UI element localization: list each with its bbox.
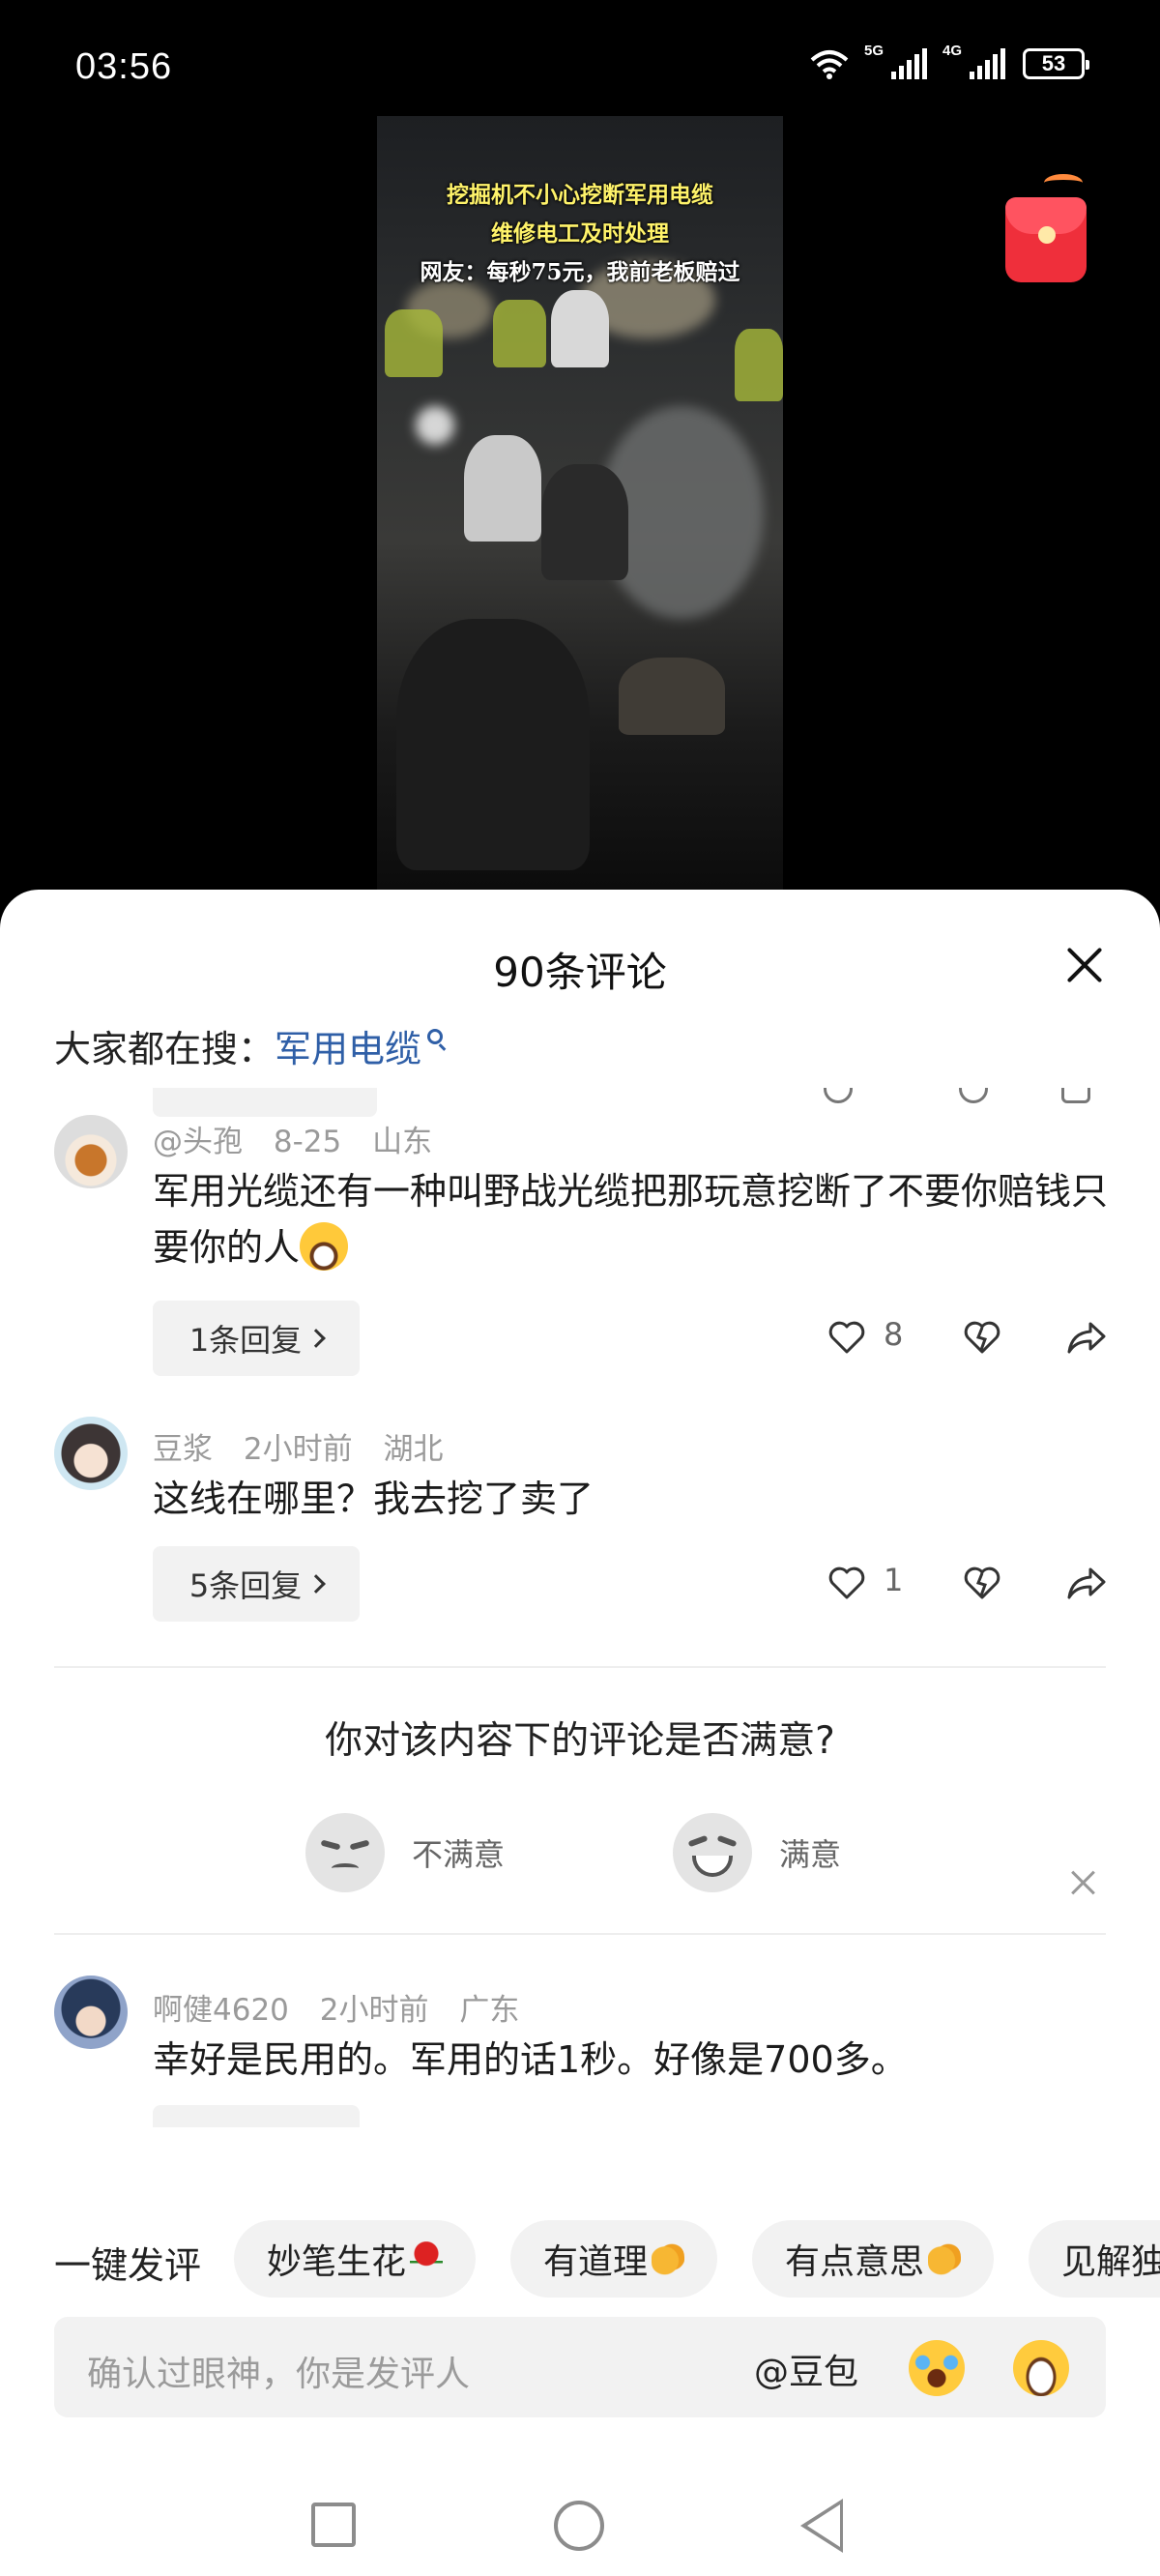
avatar[interactable] [54,1417,128,1490]
divider [54,1933,1106,1935]
comment-location: 广东 [459,1993,520,2028]
survey-question: 你对该内容下的评论是否满意? [325,1719,835,1763]
network-label-2: 4G [942,43,963,59]
comment-actions: 1 [827,1558,1117,1606]
comment-list[interactable]: @头孢 8-25 山东 军用光缆还有一种叫野战光缆把那玩意挖断了不要你赔钱只要你… [0,1088,1160,2127]
partial-reply-button[interactable] [153,1088,377,1117]
mention-button[interactable]: @豆包 [754,2344,858,2394]
quick-comment-chip[interactable]: 见解独 [1029,2220,1160,2298]
comment-text-content: 军用光缆还有一种叫野战光缆把那玩意挖断了不要你赔钱只要你的人 [153,1170,1109,1269]
comment-meta: 啊健4620 2小时前 广东 [153,1985,540,2029]
survey-option-unsatisfied[interactable]: 不满意 [305,1813,505,1892]
comment-meta: @头孢 8-25 山东 [153,1117,453,1160]
quick-comment-label: 一键发评 [54,2244,202,2287]
search-suggestion: 大家都在搜： 军用电缆 [54,1019,444,1072]
like-count: 8 [884,1316,904,1353]
crying-laugh-emoji-icon[interactable] [909,2340,965,2396]
survey-option-unsatisfied-label: 不满意 [412,1836,506,1873]
video-caption-line-1: 挖掘机不小心挖断军用电缆 [447,182,713,208]
quick-comment-row: 一键发评 妙笔生花 有道理 有点意思 见解独 [0,2220,1160,2301]
comment-location: 山东 [372,1125,433,1159]
red-packet-icon[interactable] [1005,174,1087,282]
search-keyword-link[interactable]: 军用电缆 [275,1019,421,1072]
comment-time: 2小时前 [319,1993,429,2028]
comment-text[interactable]: 幸好是民用的。军用的话1秒。好像是700多。 [153,2032,1110,2088]
comment-location: 湖北 [383,1432,444,1467]
comment-actions: 8 [827,1312,1117,1361]
status-icons: 5G 4G 53 [810,43,1089,79]
avatar[interactable] [54,1976,128,2049]
chevron-right-icon [306,1329,327,1348]
search-icon [427,1028,444,1044]
home-icon[interactable] [554,2501,604,2551]
system-nav-bar [0,2456,1160,2576]
laugh-emoji-icon [300,1221,349,1271]
recents-icon[interactable] [311,2503,356,2547]
chevron-right-icon [306,1574,327,1594]
chip-label: 见解独 [1061,2242,1160,2282]
video-caption: 挖掘机不小心挖断军用电缆 维修电工及时处理 网友：每秒75元，我前老板赔过 [377,176,783,292]
dislike-icon[interactable] [963,1564,1001,1602]
satisfied-face-icon [673,1813,752,1892]
partial-action-icons [812,1088,1112,1111]
survey-option-satisfied-label: 满意 [779,1836,842,1873]
quick-comment-chip[interactable]: 有点意思 [752,2220,995,2298]
comment-username[interactable]: 豆浆 [153,1432,213,1467]
share-icon[interactable] [1065,1564,1108,1602]
reply-count-label: 5条回复 [188,1567,303,1604]
clap-icon [928,2241,962,2276]
view-replies-button[interactable]: 5条回复 [153,1546,360,1622]
dislike-icon[interactable] [963,1318,1001,1357]
avatar[interactable] [54,1115,128,1188]
chip-label: 妙笔生花 [267,2242,407,2282]
grin-emoji-icon[interactable] [1013,2340,1069,2396]
status-bar: 03:56 5G 4G 53 [0,0,1160,116]
view-replies-button[interactable]: 1条回复 [153,1301,360,1376]
comment-count-title: 90条评论 [493,949,667,996]
like-count: 1 [884,1562,904,1598]
battery-level: 53 [1041,51,1066,75]
video-caption-line-3: 网友：每秒75元，我前老板赔过 [420,259,740,285]
status-time: 03:56 [75,46,173,87]
search-suggestion-label: 大家都在搜： [54,1028,276,1070]
comment-username[interactable]: @头孢 [153,1125,243,1159]
clap-icon [652,2241,685,2276]
like-icon[interactable] [827,1318,866,1357]
back-icon[interactable] [800,2499,843,2553]
quick-comment-chip[interactable]: 妙笔生花 [234,2220,477,2298]
comment-username[interactable]: 啊健4620 [153,1993,289,2028]
comment-time: 2小时前 [243,1432,353,1467]
share-icon[interactable] [1065,1318,1108,1357]
survey-option-satisfied[interactable]: 满意 [673,1813,841,1892]
chip-label: 有点意思 [785,2242,925,2282]
signal-5g-icon: 5G [864,43,927,79]
close-icon[interactable] [1065,946,1104,984]
comment-input-placeholder: 确认过眼神，你是发评人 [87,2355,471,2394]
survey-close-icon[interactable] [1071,1871,1094,1894]
battery-icon: 53 [1023,48,1089,79]
comment-input[interactable]: 确认过眼神，你是发评人 @豆包 [54,2317,1106,2417]
network-label-1: 5G [864,43,884,59]
signal-4g-icon: 4G [942,43,1005,79]
divider [54,1666,1106,1668]
reply-count-label: 1条回复 [188,1322,303,1359]
rose-icon [410,2241,444,2276]
quick-comment-chip[interactable]: 有道理 [510,2220,718,2298]
unsatisfied-face-icon [305,1813,385,1892]
view-replies-button[interactable] [153,2105,360,2127]
comment-meta: 豆浆 2小时前 湖北 [153,1424,464,1468]
wifi-icon [810,50,849,79]
comment-text[interactable]: 这线在哪里？我去挖了卖了 [153,1471,1110,1527]
chip-label: 有道理 [543,2242,649,2282]
video-player[interactable]: 挖掘机不小心挖断军用电缆 维修电工及时处理 网友：每秒75元，我前老板赔过 [377,116,783,890]
video-caption-line-2: 维修电工及时处理 [491,220,669,247]
comment-text[interactable]: 军用光缆还有一种叫野战光缆把那玩意挖断了不要你赔钱只要你的人 [153,1163,1110,1275]
like-icon[interactable] [827,1564,866,1602]
comment-time: 8-25 [273,1125,342,1159]
